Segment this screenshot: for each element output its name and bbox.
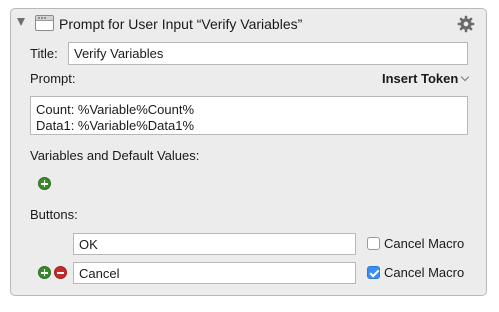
button-name-field-ok[interactable]: OK [73,233,356,255]
gear-icon[interactable] [457,15,475,33]
add-variable-button[interactable] [38,177,51,190]
cancel-macro-label: Cancel Macro [384,236,465,251]
window-icon [35,15,54,31]
cancel-macro-checkbox-cancel[interactable] [367,266,380,279]
cancel-macro-checkbox-ok[interactable] [367,237,380,250]
prompt-line: Count: %Variable%Count% [36,102,195,117]
prompt-line: Data1: %Variable%Data1% [36,118,195,133]
button-name-field-cancel[interactable]: Cancel [73,262,356,284]
insert-token-menu[interactable]: Insert Token [382,71,470,86]
remove-button-button[interactable] [54,266,67,279]
prompt-textarea[interactable]: Count: %Variable%Count% Data1: %Variable… [30,96,468,135]
prompt-label: Prompt: [30,71,76,86]
disclosure-triangle-icon[interactable] [17,18,25,26]
action-title: Prompt for User Input “Verify Variables” [59,16,303,32]
action-panel: Prompt for User Input “Verify Variables”… [10,8,487,296]
action-header: Prompt for User Input “Verify Variables” [11,9,486,39]
variables-label: Variables and Default Values: [30,148,200,163]
title-label: Title: [30,46,58,61]
cancel-macro-label: Cancel Macro [384,265,465,280]
insert-token-label: Insert Token [382,71,459,86]
chevron-down-icon [461,72,470,82]
add-button-button[interactable] [38,266,51,279]
buttons-label: Buttons: [30,207,78,222]
title-field[interactable]: Verify Variables [68,42,468,65]
